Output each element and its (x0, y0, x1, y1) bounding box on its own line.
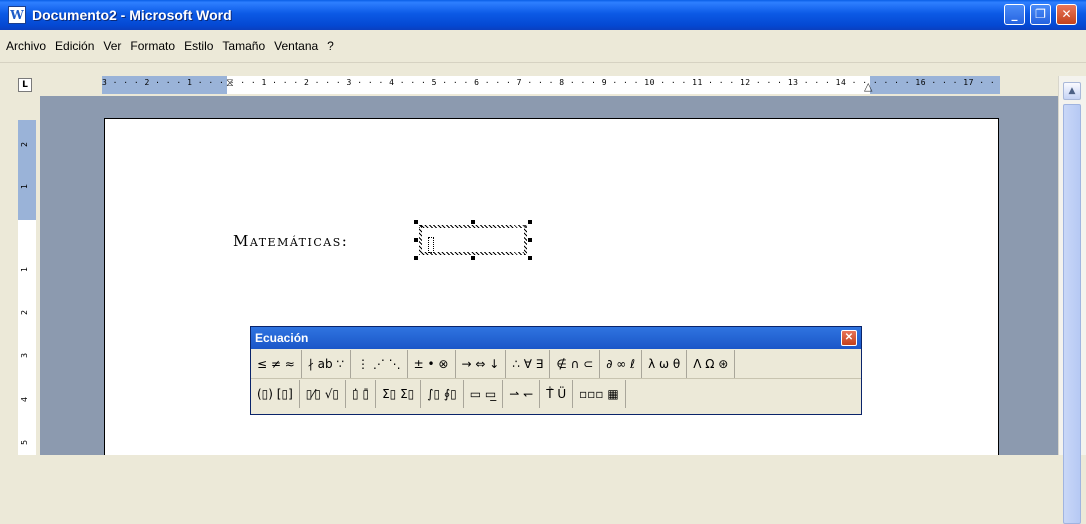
scroll-up-arrow-icon[interactable]: ▲ (1063, 82, 1081, 100)
vruler-label: 4 (20, 396, 30, 403)
equation-toolbar-title[interactable]: Ecuación ✕ (251, 327, 861, 349)
operator-symbols-button[interactable]: ± • ⊗ (408, 350, 456, 378)
fence-templates-button[interactable]: (▯) [▯] (251, 380, 300, 408)
minimize-button[interactable]: _ (1004, 4, 1025, 25)
menu-archivo[interactable]: Archivo (6, 39, 46, 53)
equation-toolbar[interactable]: Ecuación ✕ ≤ ≠ ≈ ∤ ab ∵ ⋮ ⋰ ⋱ ± • ⊗ → ⇔ … (250, 326, 862, 415)
greek-lowercase-button[interactable]: λ ω θ (642, 350, 688, 378)
label-colon: : (341, 232, 349, 250)
equation-toolbar-close-button[interactable]: ✕ (841, 330, 857, 346)
horizontal-ruler[interactable]: 3 · · · 2 · · · 1 · · · · · · 1 · · · 2 … (102, 76, 1000, 94)
matrix-templates-button[interactable]: ▫▫▫ ▦ (573, 380, 626, 408)
summation-templates-button[interactable]: Σ▯ Σ▯ (376, 380, 422, 408)
greek-uppercase-button[interactable]: Λ Ω ⊛ (687, 350, 736, 378)
title-bar: W Documento2 - Microsoft Word _ ❐ ✕ (0, 0, 1086, 30)
equation-slot[interactable] (428, 237, 434, 253)
vertical-scrollbar[interactable]: ▲ (1058, 76, 1086, 524)
restore-button[interactable]: ❐ (1030, 4, 1051, 25)
resize-handle[interactable] (414, 256, 418, 260)
scroll-thumb[interactable] (1063, 104, 1081, 524)
left-indent-marker[interactable]: ⧖ (226, 76, 234, 90)
menu-ventana[interactable]: Ventana (274, 39, 318, 53)
resize-handle[interactable] (414, 220, 418, 224)
underbar-overbar-templates-button[interactable]: ▭ ▭̲ (464, 380, 504, 408)
menu-estilo[interactable]: Estilo (184, 39, 213, 53)
integral-templates-button[interactable]: ∫▯ ∮▯ (421, 380, 464, 408)
embellishments-button[interactable]: ⋮ ⋰ ⋱ (351, 350, 408, 378)
relational-symbols-button[interactable]: ≤ ≠ ≈ (251, 350, 302, 378)
vruler-label: 3 (20, 352, 30, 359)
products-set-theory-templates-button[interactable]: Ṫ̄ Ü (540, 380, 574, 408)
vruler-label: 1 (20, 266, 30, 273)
window-title: Documento2 - Microsoft Word (32, 7, 232, 23)
vruler-label: 2 (20, 309, 30, 316)
logical-symbols-button[interactable]: ∴ ∀ ∃ (506, 350, 551, 378)
spaces-ellipses-button[interactable]: ∤ ab ∵ (302, 350, 352, 378)
word-app-icon[interactable]: W (8, 6, 26, 24)
ruler-margin-top (18, 120, 36, 220)
vruler-label: 5 (20, 439, 30, 446)
equation-templates-row: (▯) [▯] ▯⁄▯ √▯ ▯̇ ▯̄ Σ▯ Σ▯ ∫▯ ∮▯ ▭ ▭̲ ⇀ … (251, 379, 861, 409)
close-button[interactable]: ✕ (1056, 4, 1077, 25)
resize-handle[interactable] (471, 256, 475, 260)
resize-handle[interactable] (528, 238, 532, 242)
menu-help[interactable]: ? (327, 39, 334, 53)
equation-object[interactable] (416, 222, 530, 258)
misc-symbols-button[interactable]: ∂ ∞ ℓ (600, 350, 643, 378)
label-initial: M (233, 232, 250, 250)
arrow-symbols-button[interactable]: → ⇔ ↓ (456, 350, 507, 378)
resize-handle[interactable] (471, 220, 475, 224)
resize-handle[interactable] (528, 256, 532, 260)
resize-handle[interactable] (528, 220, 532, 224)
label-rest: ATEMÁTICAS (249, 236, 342, 249)
equation-editor-area[interactable] (422, 228, 524, 253)
matematicas-label: MATEMÁTICAS: (233, 232, 348, 250)
labeled-arrow-templates-button[interactable]: ⇀ ↽ (503, 380, 541, 408)
menu-formato[interactable]: Formato (130, 39, 175, 53)
right-indent-marker[interactable]: △ (864, 80, 872, 93)
vruler-label: 1 (20, 183, 30, 190)
menu-ver[interactable]: Ver (103, 39, 121, 53)
tab-selector[interactable]: L (18, 78, 32, 92)
vertical-ruler[interactable]: 2 1 1 2 3 4 5 (18, 120, 36, 455)
fraction-radical-templates-button[interactable]: ▯⁄▯ √▯ (300, 380, 347, 408)
resize-handle[interactable] (414, 238, 418, 242)
equation-symbols-row: ≤ ≠ ≈ ∤ ab ∵ ⋮ ⋰ ⋱ ± • ⊗ → ⇔ ↓ ∴ ∀ ∃ ∉ ∩… (251, 349, 861, 379)
set-theory-symbols-button[interactable]: ∉ ∩ ⊂ (550, 350, 601, 378)
equation-toolbar-title-text: Ecuación (255, 331, 309, 345)
menu-edicion[interactable]: Edición (55, 39, 94, 53)
ruler-labels: 3 · · · 2 · · · 1 · · · · · · 1 · · · 2 … (102, 78, 996, 87)
menu-tamano[interactable]: Tamaño (222, 39, 265, 53)
subscript-superscript-templates-button[interactable]: ▯̇ ▯̄ (346, 380, 377, 408)
menu-bar: Archivo Edición Ver Formato Estilo Tamañ… (0, 30, 1086, 63)
vruler-label: 2 (20, 141, 30, 148)
